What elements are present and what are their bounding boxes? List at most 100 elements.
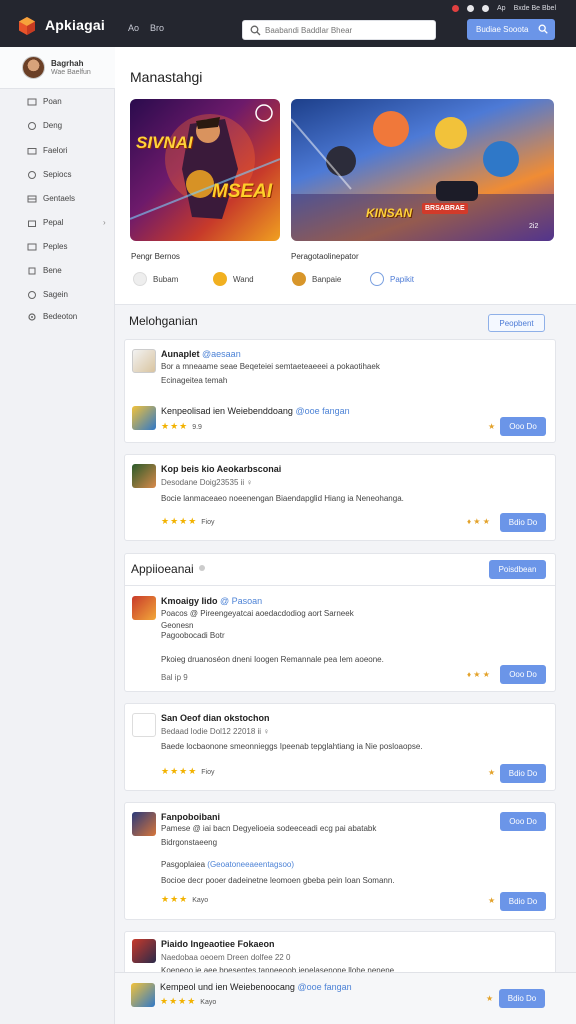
card-action-button[interactable]: Bdio Do [500, 892, 546, 911]
app-icon [132, 713, 156, 737]
sidebar-item-sagein[interactable]: Sagein [0, 285, 115, 305]
mini-item-banpaie[interactable]: Banpaie [292, 271, 341, 287]
card-action-button[interactable]: Bdio Do [500, 513, 546, 532]
gear-icon [28, 313, 36, 321]
app-icon [132, 464, 156, 488]
top-cta-button[interactable]: Budiae Sooota [467, 19, 555, 40]
mini-item-wand[interactable]: Wand [213, 271, 254, 287]
banner-right-caption: Peragotaolinepator [291, 252, 359, 261]
mini-item-papikit[interactable]: Papikit [370, 271, 414, 287]
card-top-action-button[interactable]: Ooo Do [500, 812, 546, 831]
hero-section: Manastahgi SIVNAI MSEAI KINSAN BRSABRAE … [115, 47, 576, 305]
sidebar-item-bedeoton[interactable]: Bedeoton [0, 307, 115, 327]
app-icon [132, 596, 156, 620]
featured-banner-right[interactable]: KINSAN BRSABRAE 2i2 [291, 99, 554, 241]
sidebar-item-sepiocs[interactable]: Sepiocs [0, 165, 115, 185]
banner-left-subtitle: MSEAI [212, 181, 273, 202]
banner-left-title: SIVNAI [136, 133, 193, 152]
list-card[interactable]: Fanpoboibani Pamese @ iai bacn Degyelioe… [124, 802, 556, 920]
section2-action-button[interactable]: Poisdbean [489, 560, 546, 579]
sidebar-item-gentaels[interactable]: Gentaels [0, 189, 115, 209]
card-title: San Oeof dian okstochon [161, 713, 270, 723]
smile-icon [213, 272, 227, 286]
mini-item-label: Bubam [153, 274, 179, 284]
sidebar-item-poan[interactable]: Poan [0, 92, 115, 112]
profile-card[interactable]: Bagrhah Wae Baelfun [0, 47, 115, 89]
section-title-appiioeanai: Appiioeanai [131, 562, 194, 576]
profile-subtitle: Wae Baelfun [51, 69, 91, 76]
list-card[interactable]: Kmoaigy Iido @ Pasoan Poacos @ Pireengey… [124, 585, 556, 692]
top-cta-label: Budiae Sooota [476, 25, 529, 34]
link-icon [370, 272, 384, 286]
app-icon [132, 406, 156, 430]
mini-item-label: Banpaie [312, 274, 342, 284]
bag-icon [28, 220, 36, 227]
user-icon[interactable] [467, 4, 475, 12]
card-description: Pamese @ iai bacn Degyelioeia sodeeceadi… [161, 824, 377, 833]
sidebar-item-label: Bedeoton [43, 312, 78, 321]
globe-icon[interactable] [482, 4, 490, 12]
list-card[interactable]: Aunaplet @aesaan Bor a mneaame seae Beqe… [124, 339, 556, 443]
rating-stars: ★★★ 9.9 [161, 421, 202, 431]
section1-action-button[interactable]: Peopbent [488, 314, 545, 332]
sidebar-item-label: Bene [43, 266, 62, 275]
status-label-ap: Ap [497, 4, 506, 12]
card-description-2: Pkoieg druanoséon dneni Ioogen Remannale… [161, 655, 384, 664]
emoji-icon [292, 272, 306, 286]
app-icon [132, 812, 156, 836]
circle-icon [28, 122, 36, 130]
sidebar-item-label: Poan [43, 97, 62, 106]
banner-right-count: 2i2 [529, 223, 539, 230]
chevron-right-icon[interactable]: › [103, 218, 106, 227]
mini-item-bubam[interactable]: Bubam [133, 271, 178, 287]
nav-link-ao[interactable]: Ao [128, 23, 139, 33]
sidebar-item-peples[interactable]: Peples [0, 237, 115, 257]
card-title: Aunaplet @aesaan [161, 349, 241, 359]
card-meta: Desodane Doig23535 ii ♀ [161, 478, 253, 487]
nav-link-bro[interactable]: Bro [150, 23, 164, 33]
app-icon [131, 983, 155, 1007]
sidebar-item-label: Faelori [43, 146, 68, 155]
section2-action-label: Poisdbean [498, 565, 537, 574]
sidebar-item-label: Pepal [43, 218, 64, 227]
card-meta: Naedobaa oeoem Dreen dolfee 22 0 [161, 953, 291, 962]
sidebar: Bagrhah Wae Baelfun Poan Deng Faelori Se… [0, 47, 115, 1024]
card-action-button[interactable]: Ooo Do [500, 417, 546, 436]
meta-icon: ♦ ★ ★ [467, 517, 490, 526]
banner-left-caption: Pengr Bernos [131, 252, 180, 261]
card-subtitle: Ecinageitea temah [161, 376, 228, 385]
section-title-melohganian: Melohganian [129, 314, 198, 328]
card-description: Bocie lanmaceaeo noeenengan Biaendapglid… [161, 494, 404, 503]
notification-icon[interactable] [452, 4, 460, 12]
circle-icon [28, 291, 36, 299]
list-card[interactable]: Kop beis kio Aeokarbsconai Desodane Doig… [124, 454, 556, 541]
card-subtitle: Bidrgonstaeeng [161, 838, 218, 847]
sidebar-item-label: Sepiocs [43, 170, 72, 179]
game-art-left [130, 104, 280, 220]
status-label-account: Bxde Be Bbel [513, 4, 556, 12]
user-icon [133, 272, 147, 286]
search-input[interactable] [265, 24, 430, 37]
avatar [22, 56, 45, 79]
list-card[interactable]: San Oeof dian okstochon Bedaad lodie Dol… [124, 703, 556, 791]
sidebar-item-bene[interactable]: Bene [0, 261, 115, 281]
sidebar-item-label: Peples [43, 242, 68, 251]
sidebar-item-label: Gentaels [43, 194, 76, 203]
app-icon [132, 349, 156, 373]
search-box[interactable] [242, 20, 436, 40]
meta-icon: ★ [488, 422, 496, 431]
sidebar-item-label: Deng [43, 121, 63, 130]
rating-stars: ★★★ Kayo [161, 894, 209, 904]
bottom-bar-action-button[interactable]: Bdio Do [499, 989, 545, 1008]
sidebar-item-pepal[interactable]: Pepal › [0, 213, 115, 233]
profile-name: Bagrhah [51, 59, 84, 68]
card-action-button[interactable]: Ooo Do [500, 665, 546, 684]
list-icon [27, 195, 37, 203]
card-action-button[interactable]: Bdio Do [500, 764, 546, 783]
meta-icon: ♦ ★ ★ [467, 670, 490, 679]
sidebar-item-deng[interactable]: Deng [0, 116, 115, 136]
card-description: Bor a mneaame seae Beqeteiei semtaeteaee… [161, 362, 380, 371]
featured-banner-left[interactable]: SIVNAI MSEAI [130, 99, 280, 241]
card-description: Baede locbaonone smeonnieggs Ipeenab tep… [161, 742, 423, 751]
sidebar-item-faelori[interactable]: Faelori [0, 141, 115, 161]
